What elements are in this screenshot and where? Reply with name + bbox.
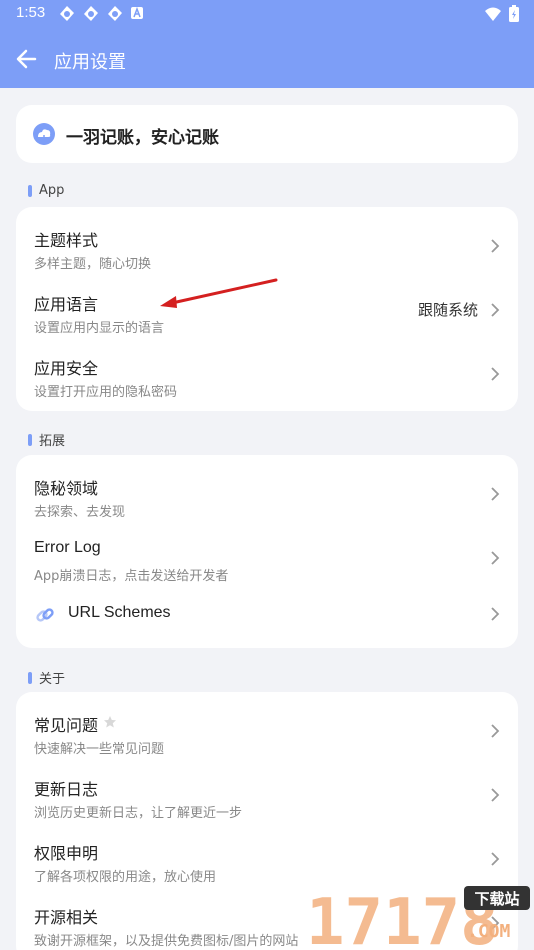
cloud-icon xyxy=(32,122,56,146)
watermark-suffix: .COM xyxy=(467,921,511,942)
section-marker xyxy=(28,433,32,446)
item-title: Error Log xyxy=(34,539,101,556)
status-bar: 1:53 xyxy=(0,0,534,28)
watermark-badge: 下载站 xyxy=(474,890,519,908)
section-marker xyxy=(28,671,32,684)
item-title: 应用语言 xyxy=(34,295,99,314)
item-title: 主题样式 xyxy=(34,231,99,250)
language-value: 跟随系统 xyxy=(417,301,478,319)
a-icon xyxy=(130,5,148,23)
arrow-left-icon xyxy=(16,49,37,69)
chevron-right-icon xyxy=(491,367,500,381)
item-title: 更新日志 xyxy=(34,780,99,799)
chevron-right-icon xyxy=(491,852,500,866)
sync-icon xyxy=(82,5,100,23)
chevron-right-icon xyxy=(491,724,500,738)
extend-settings-card: 隐秘领域 去探索、去发现 Error Log App崩溃日志，点击发送给开发者 … xyxy=(16,455,518,648)
slogan-text: 一羽记账，安心记账 xyxy=(66,128,219,148)
chevron-right-icon xyxy=(491,788,500,802)
back-button[interactable] xyxy=(14,46,40,72)
battery-icon xyxy=(508,5,520,27)
section-title-text: 关于 xyxy=(39,672,66,687)
item-subtitle: 设置打开应用的隐私密码 xyxy=(34,385,178,400)
chevron-right-icon xyxy=(491,551,500,565)
settings-item-permissions[interactable]: 权限申明 了解各项权限的用途，放心使用 xyxy=(16,826,518,890)
section-marker xyxy=(28,184,32,197)
section-title-about: 关于 xyxy=(28,668,65,687)
watermark-logo: 17178 下载站 .COM xyxy=(306,886,530,950)
item-subtitle: 设置应用内显示的语言 xyxy=(34,321,165,336)
settings-item-theme[interactable]: 主题样式 多样主题，随心切换 xyxy=(16,213,518,277)
item-subtitle: App崩溃日志，点击发送给开发者 xyxy=(34,569,229,584)
settings-item-faq[interactable]: 常见问题 快速解决一些常见问题 xyxy=(16,698,518,762)
settings-item-url-schemes[interactable]: URL Schemes xyxy=(16,585,518,643)
link-icon xyxy=(36,608,54,622)
item-title: URL Schemes xyxy=(68,604,171,621)
app-bar: 1:53 应用设置 xyxy=(0,0,534,88)
sync-icon xyxy=(58,5,76,23)
settings-item-security[interactable]: 应用安全 设置打开应用的隐私密码 xyxy=(16,341,518,405)
page-title: 应用设置 xyxy=(54,52,126,73)
slogan-card: 一羽记账，安心记账 xyxy=(16,105,518,163)
item-title: 权限申明 xyxy=(34,844,99,863)
item-subtitle: 致谢开源框架，以及提供免费图标/图片的网站 xyxy=(34,934,299,949)
item-title: 应用安全 xyxy=(34,359,99,378)
settings-item-secret-area[interactable]: 隐秘领域 去探索、去发现 xyxy=(16,461,518,525)
item-subtitle: 去探索、去发现 xyxy=(34,505,126,520)
status-time: 1:53 xyxy=(16,4,46,21)
section-title-app: App xyxy=(28,183,64,198)
section-title-extend: 拓展 xyxy=(28,430,65,449)
item-subtitle: 浏览历史更新日志，让了解更近一步 xyxy=(34,806,243,821)
chevron-right-icon xyxy=(491,607,500,621)
annotation-arrow xyxy=(160,278,278,308)
chevron-right-icon xyxy=(491,303,500,317)
chevron-right-icon xyxy=(491,239,500,253)
wifi-icon xyxy=(484,6,502,26)
sync-icon xyxy=(106,5,124,23)
star-icon xyxy=(104,716,116,728)
item-subtitle: 快速解决一些常见问题 xyxy=(34,742,165,757)
item-subtitle: 了解各项权限的用途，放心使用 xyxy=(34,870,217,885)
item-title: 隐秘领域 xyxy=(34,479,99,498)
item-title: 开源相关 xyxy=(34,908,99,927)
chevron-right-icon xyxy=(491,487,500,501)
settings-item-error-log[interactable]: Error Log App崩溃日志，点击发送给开发者 xyxy=(16,525,518,589)
item-subtitle: 多样主题，随心切换 xyxy=(34,257,152,272)
settings-item-changelog[interactable]: 更新日志 浏览历史更新日志，让了解更近一步 xyxy=(16,762,518,826)
section-title-text: App xyxy=(39,183,65,198)
section-title-text: 拓展 xyxy=(39,434,66,449)
item-title: 常见问题 xyxy=(34,716,99,735)
